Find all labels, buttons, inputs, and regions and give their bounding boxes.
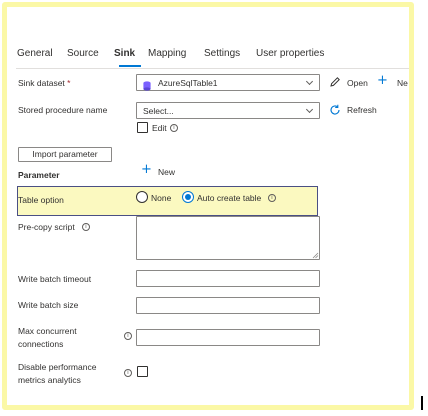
tab-mapping[interactable]: Mapping xyxy=(148,48,186,59)
radio-auto-create-label: Auto create table xyxy=(197,193,262,203)
new-parameter-button[interactable]: New xyxy=(158,166,175,178)
max-concurrent-label-line2: connections xyxy=(18,339,64,349)
plus-icon[interactable]: + xyxy=(377,74,388,87)
sink-dataset-label: Sink dataset * xyxy=(18,78,71,88)
info-icon: i xyxy=(124,369,132,377)
open-button[interactable]: Open xyxy=(347,77,368,89)
sink-settings-panel: General Source Sink Mapping Settings Use… xyxy=(2,2,414,410)
tab-sink[interactable]: Sink xyxy=(114,48,135,59)
database-icon xyxy=(143,78,151,91)
active-tab-indicator xyxy=(119,65,141,67)
refresh-button[interactable]: Refresh xyxy=(347,104,377,116)
new-dataset-button[interactable]: Ne xyxy=(397,77,408,89)
stored-procedure-value: Select... xyxy=(143,106,174,116)
tab-general[interactable]: General xyxy=(17,48,53,59)
disable-performance-checkbox[interactable] xyxy=(137,366,148,377)
required-mark: * xyxy=(67,78,71,88)
stored-procedure-dropdown[interactable]: Select... xyxy=(136,102,320,119)
pencil-icon[interactable] xyxy=(329,75,341,93)
sink-dataset-value: AzureSqlTable1 xyxy=(158,78,218,88)
write-batch-timeout-input[interactable] xyxy=(136,270,320,287)
parameter-label: Parameter xyxy=(18,170,60,180)
max-concurrent-label: Max concurrent xyxy=(18,326,77,336)
max-concurrent-input[interactable] xyxy=(136,329,320,346)
disable-performance-label: Disable performance xyxy=(18,362,97,372)
import-parameter-button[interactable]: Import parameter xyxy=(18,147,112,162)
edit-checkbox[interactable] xyxy=(137,122,148,133)
plus-icon[interactable]: + xyxy=(141,163,152,176)
tab-user-properties[interactable]: User properties xyxy=(256,48,324,59)
write-batch-size-input[interactable] xyxy=(136,297,320,314)
radio-none-label: None xyxy=(151,193,172,203)
edit-label: Edit xyxy=(152,123,167,133)
info-icon: i xyxy=(82,223,90,231)
disable-performance-label-line2: metrics analytics xyxy=(18,375,81,385)
pre-copy-script-label: Pre-copy script xyxy=(18,222,75,232)
resize-handle-icon[interactable] xyxy=(312,252,319,259)
pre-copy-script-textarea[interactable] xyxy=(136,216,320,260)
write-batch-size-label: Write batch size xyxy=(18,300,79,310)
stored-procedure-label: Stored procedure name xyxy=(18,105,108,115)
info-icon: i xyxy=(124,332,132,340)
info-icon: i xyxy=(170,124,178,132)
write-batch-timeout-label: Write batch timeout xyxy=(18,274,92,284)
tab-divider xyxy=(16,68,409,69)
sink-dataset-dropdown[interactable]: AzureSqlTable1 xyxy=(136,74,320,91)
radio-none[interactable] xyxy=(136,191,148,203)
info-icon: i xyxy=(268,194,276,202)
refresh-icon[interactable] xyxy=(329,103,341,121)
chevron-down-icon xyxy=(305,77,314,86)
tab-source[interactable]: Source xyxy=(67,48,99,59)
text-cursor xyxy=(421,396,423,410)
radio-auto-create-table[interactable] xyxy=(182,191,194,203)
tab-settings[interactable]: Settings xyxy=(204,48,240,59)
chevron-down-icon xyxy=(305,105,314,114)
table-option-label: Table option xyxy=(18,195,64,205)
